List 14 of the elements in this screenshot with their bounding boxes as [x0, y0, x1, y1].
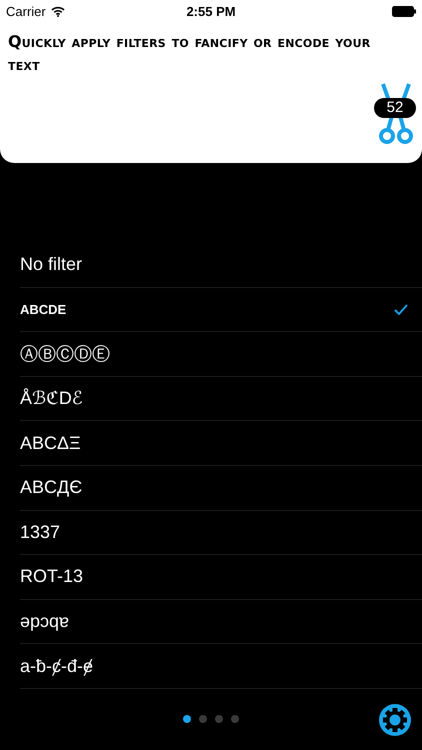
filter-row[interactable]: No filter — [20, 243, 422, 288]
filter-row[interactable]: ǝpɔqɐ — [20, 600, 422, 644]
filter-row[interactable]: ROT-13 — [20, 555, 422, 600]
filter-row[interactable]: ABCDE — [20, 288, 422, 332]
filter-row[interactable]: ÅℬℭDℰ — [20, 376, 422, 422]
count-badge: 52 — [374, 98, 416, 118]
filter-row[interactable]: ABCДЄ — [20, 466, 422, 511]
filter-row[interactable]: ⒶⒷⒸⒹⒺ — [20, 332, 422, 377]
filter-row[interactable]: ABCΔΞ — [20, 421, 422, 466]
header-text: Quickly apply filters to fancify or encode your text — [8, 31, 372, 76]
status-time: 2:55 PM — [186, 4, 236, 18]
filter-row[interactable]: a-ƀ-ȼ-đ-ɇ — [20, 644, 422, 689]
filter-row[interactable]: 1337 — [20, 510, 422, 556]
carrier-label: Carrier — [6, 4, 46, 18]
